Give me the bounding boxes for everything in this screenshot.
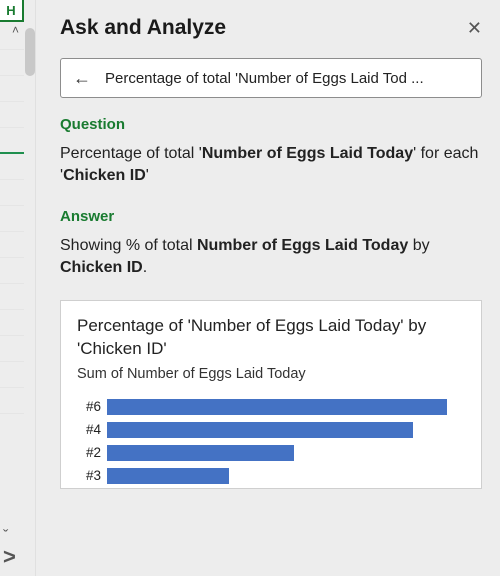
chart-bar <box>107 422 413 438</box>
chart-bar-label: #4 <box>77 422 107 437</box>
answer-label: Answer <box>60 208 482 225</box>
chart-title: Percentage of 'Number of Eggs Laid Today… <box>77 315 465 361</box>
chart-bar-label: #2 <box>77 445 107 460</box>
chart-bar-row: #6 <box>77 396 465 417</box>
chart-bar-label: #6 <box>77 399 107 414</box>
chart-bars: #6 #4 #2 #3 <box>77 396 465 486</box>
chart-subtitle: Sum of Number of Eggs Laid Today <box>77 366 465 382</box>
close-icon[interactable]: ✕ <box>467 18 482 39</box>
sheet-nav-chevron[interactable]: > <box>3 546 16 568</box>
question-label: Question <box>60 116 482 133</box>
ask-analyze-panel: Ask and Analyze ✕ ← Percentage of total … <box>36 0 500 576</box>
answer-text: Showing % of total Number of Eggs Laid T… <box>60 235 482 280</box>
answer-chart-card: Percentage of 'Number of Eggs Laid Today… <box>60 300 482 490</box>
chart-bar-label: #3 <box>77 468 107 483</box>
chart-bar <box>107 445 294 461</box>
grid-edge <box>0 24 24 576</box>
chart-bar <box>107 468 229 484</box>
question-text: Percentage of total 'Number of Eggs Laid… <box>60 143 482 188</box>
chart-bar <box>107 399 447 415</box>
back-arrow-icon[interactable]: ← <box>73 68 91 89</box>
query-text: Percentage of total 'Number of Eggs Laid… <box>105 70 424 87</box>
chart-bar-row: #2 <box>77 442 465 463</box>
chart-bar-row: #4 <box>77 419 465 440</box>
column-header-H[interactable]: H <box>0 0 24 22</box>
spreadsheet-gutter: H ˄ ˇ > <box>0 0 36 576</box>
query-input[interactable]: ← Percentage of total 'Number of Eggs La… <box>60 58 482 98</box>
panel-scrollbar[interactable] <box>25 28 35 76</box>
panel-title: Ask and Analyze <box>60 16 226 40</box>
chart-bar-row: #3 <box>77 465 465 486</box>
